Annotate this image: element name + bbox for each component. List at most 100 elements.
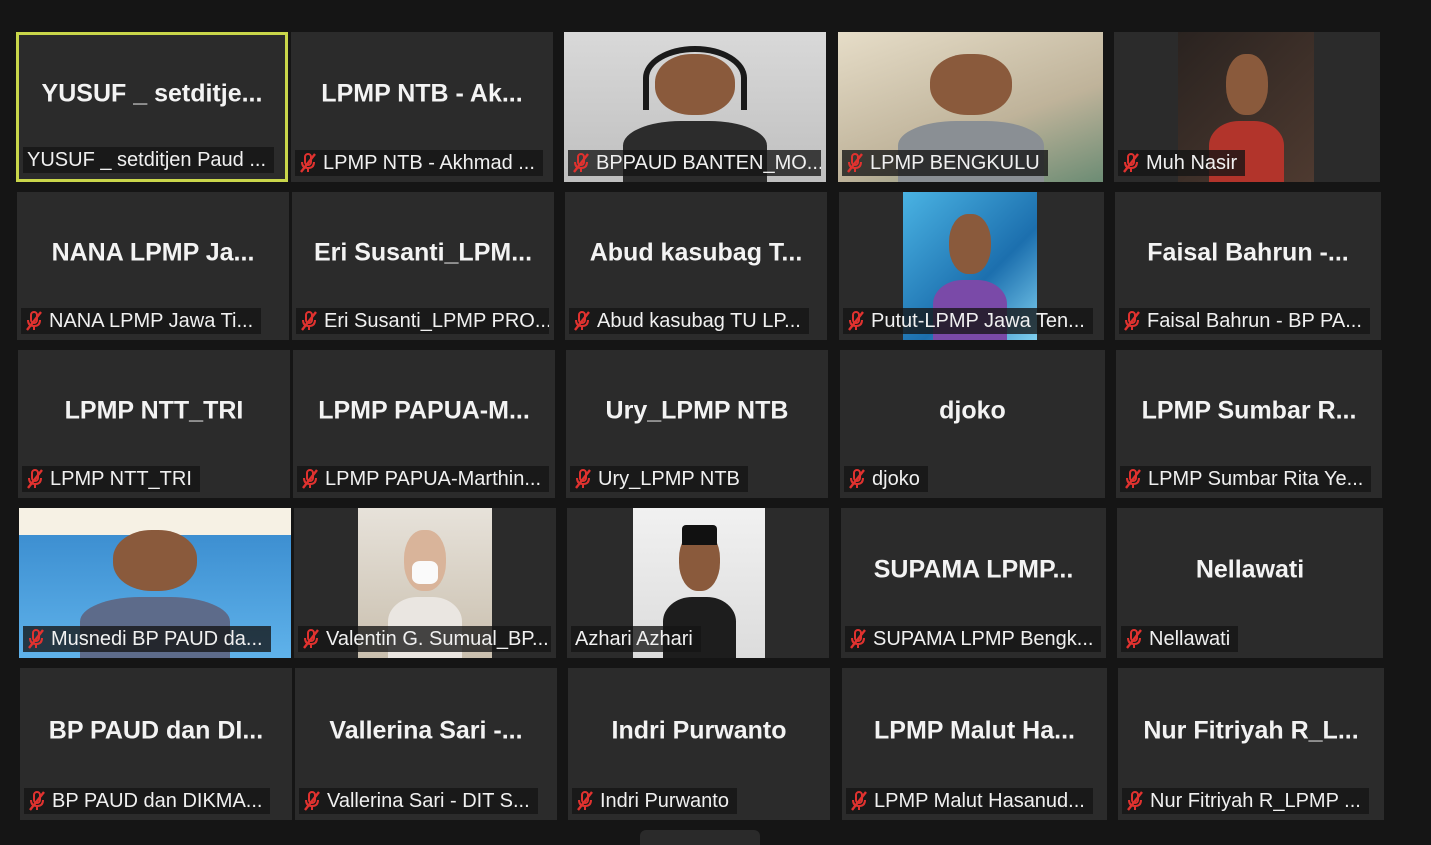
participant-tile[interactable]: Nur Fitriyah R_L... Nur Fitriyah R_LPMP .…: [1118, 668, 1384, 820]
participant-name-text: Putut-LPMP Jawa Ten...: [871, 310, 1085, 332]
participant-name-text: Nur Fitriyah R_LPMP ...: [1150, 790, 1361, 812]
participant-name-text: djoko: [872, 468, 920, 490]
participant-name-label: Abud kasubag TU LP...: [569, 308, 809, 334]
participant-name-label: Nellawati: [1121, 626, 1239, 652]
participant-name-label: Vallerina Sari - DIT S...: [299, 788, 538, 814]
participant-name-text: LPMP Malut Hasanud...: [874, 790, 1085, 812]
participant-tile[interactable]: LPMP NTT_TRI LPMP NTT_TRI: [18, 350, 290, 498]
participant-name-text: BP PAUD dan DIKMA...: [52, 790, 263, 812]
participant-tile[interactable]: YUSUF _ setditje... YUSUF _ setditjen Pau…: [16, 32, 288, 182]
participant-name-text: Vallerina Sari - DIT S...: [327, 790, 530, 812]
muted-mic-icon: [27, 469, 43, 489]
participant-tile[interactable]: BPPAUD BANTEN_MO...: [564, 32, 826, 182]
participant-name-text: Eri Susanti_LPMP PRO...: [324, 310, 550, 332]
participant-display-name: YUSUF _ setditje...: [41, 79, 263, 108]
participant-tile[interactable]: Azhari Azhari: [567, 508, 829, 658]
muted-mic-icon: [1123, 153, 1139, 173]
participant-display-name: Nur Fitriyah R_L...: [1143, 716, 1359, 745]
participant-name-label: Faisal Bahrun - BP PA...: [1119, 308, 1370, 334]
participant-tile[interactable]: NANA LPMP Ja... NANA LPMP Jawa Ti...: [17, 192, 289, 340]
muted-mic-icon: [28, 629, 44, 649]
participant-tile[interactable]: Indri Purwanto Indri Purwanto: [568, 668, 830, 820]
bottom-toolbar-handle[interactable]: [640, 830, 760, 845]
participant-name-text: YUSUF _ setditjen Paud ...: [27, 149, 267, 171]
participant-tile[interactable]: BP PAUD dan DI... BP PAUD dan DIKMA...: [20, 668, 292, 820]
participant-display-name: BP PAUD dan DI...: [48, 716, 264, 745]
participant-tile[interactable]: LPMP Sumbar R... LPMP Sumbar Rita Ye...: [1116, 350, 1382, 498]
participant-tile[interactable]: Putut-LPMP Jawa Ten...: [839, 192, 1104, 340]
participant-tile[interactable]: Faisal Bahrun -... Faisal Bahrun - BP PA.…: [1115, 192, 1381, 340]
participant-display-name: NANA LPMP Ja...: [51, 238, 255, 267]
participant-name-text: LPMP NTT_TRI: [50, 468, 192, 490]
participant-tile[interactable]: Ury_LPMP NTB Ury_LPMP NTB: [566, 350, 828, 498]
muted-mic-icon: [851, 791, 867, 811]
participant-name-text: Ury_LPMP NTB: [598, 468, 740, 490]
muted-mic-icon: [26, 311, 42, 331]
muted-mic-icon: [302, 469, 318, 489]
participant-tile[interactable]: Nellawati Nellawati: [1117, 508, 1383, 658]
participant-name-text: Muh Nasir: [1146, 152, 1238, 174]
participant-name-label: Ury_LPMP NTB: [570, 466, 748, 492]
muted-mic-icon: [849, 469, 865, 489]
participant-tile[interactable]: LPMP Malut Ha... LPMP Malut Hasanud...: [842, 668, 1107, 820]
participant-tile[interactable]: djoko djoko: [840, 350, 1105, 498]
participant-name-text: Indri Purwanto: [600, 790, 729, 812]
participant-name-text: Nellawati: [1149, 628, 1231, 650]
muted-mic-icon: [1127, 791, 1143, 811]
participant-name-text: SUPAMA LPMP Bengk...: [873, 628, 1094, 650]
muted-mic-icon: [304, 791, 320, 811]
participant-name-text: Abud kasubag TU LP...: [597, 310, 801, 332]
participant-tile[interactable]: Muh Nasir: [1114, 32, 1380, 182]
participant-name-text: LPMP NTB - Akhmad ...: [323, 152, 535, 174]
participant-name-text: NANA LPMP Jawa Ti...: [49, 310, 254, 332]
participant-name-text: BPPAUD BANTEN_MO...: [596, 152, 822, 174]
participant-name-label: SUPAMA LPMP Bengk...: [845, 626, 1101, 652]
participant-name-label: Muh Nasir: [1118, 150, 1246, 176]
participant-name-label: Musnedi BP PAUD da...: [23, 626, 271, 652]
participant-name-label: Eri Susanti_LPMP PRO...: [296, 308, 550, 334]
muted-mic-icon: [1126, 629, 1142, 649]
participant-name-label: BP PAUD dan DIKMA...: [24, 788, 271, 814]
participant-name-label: Indri Purwanto: [572, 788, 737, 814]
participant-tile[interactable]: LPMP BENGKULU: [838, 32, 1103, 182]
participant-name-text: Valentin G. Sumual_BP...: [326, 628, 549, 650]
participant-display-name: Faisal Bahrun -...: [1147, 238, 1349, 267]
participant-tile[interactable]: SUPAMA LPMP... SUPAMA LPMP Bengk...: [841, 508, 1106, 658]
muted-mic-icon: [575, 469, 591, 489]
muted-mic-icon: [847, 153, 863, 173]
muted-mic-icon: [29, 791, 45, 811]
muted-mic-icon: [301, 311, 317, 331]
participant-tile[interactable]: Eri Susanti_LPM... Eri Susanti_LPMP PRO..…: [292, 192, 554, 340]
participant-name-label: Azhari Azhari: [571, 626, 701, 652]
participant-display-name: SUPAMA LPMP...: [873, 555, 1074, 584]
muted-mic-icon: [574, 311, 590, 331]
muted-mic-icon: [303, 629, 319, 649]
participant-tile[interactable]: Valentin G. Sumual_BP...: [294, 508, 556, 658]
participant-name-label: LPMP Sumbar Rita Ye...: [1120, 466, 1372, 492]
participant-name-text: Azhari Azhari: [575, 628, 693, 650]
muted-mic-icon: [577, 791, 593, 811]
participant-name-label: LPMP Malut Hasanud...: [846, 788, 1093, 814]
participant-tile[interactable]: Vallerina Sari -... Vallerina Sari - DIT …: [295, 668, 557, 820]
participant-name-text: LPMP BENGKULU: [870, 152, 1040, 174]
participant-name-text: LPMP PAPUA-Marthin...: [325, 468, 541, 490]
participant-tile[interactable]: LPMP PAPUA-M... LPMP PAPUA-Marthin...: [293, 350, 555, 498]
participant-name-label: YUSUF _ setditjen Paud ...: [23, 147, 275, 173]
participant-display-name: djoko: [939, 396, 1006, 425]
participant-tile[interactable]: Abud kasubag T... Abud kasubag TU LP...: [565, 192, 827, 340]
participant-name-label: LPMP NTB - Akhmad ...: [295, 150, 543, 176]
participant-display-name: LPMP NTB - Ak...: [321, 79, 523, 108]
muted-mic-icon: [1125, 469, 1141, 489]
participant-name-text: Faisal Bahrun - BP PA...: [1147, 310, 1362, 332]
participant-display-name: Abud kasubag T...: [589, 238, 803, 267]
muted-mic-icon: [1124, 311, 1140, 331]
participant-name-label: NANA LPMP Jawa Ti...: [21, 308, 262, 334]
participant-tile[interactable]: LPMP NTB - Ak... LPMP NTB - Akhmad ...: [291, 32, 553, 182]
participant-display-name: LPMP Malut Ha...: [874, 716, 1075, 745]
participant-display-name: Eri Susanti_LPM...: [313, 238, 533, 267]
participant-name-text: LPMP Sumbar Rita Ye...: [1148, 468, 1364, 490]
participant-name-label: Valentin G. Sumual_BP...: [298, 626, 552, 652]
muted-mic-icon: [850, 629, 866, 649]
participant-display-name: Vallerina Sari -...: [329, 716, 523, 745]
participant-tile[interactable]: Musnedi BP PAUD da...: [19, 508, 291, 658]
